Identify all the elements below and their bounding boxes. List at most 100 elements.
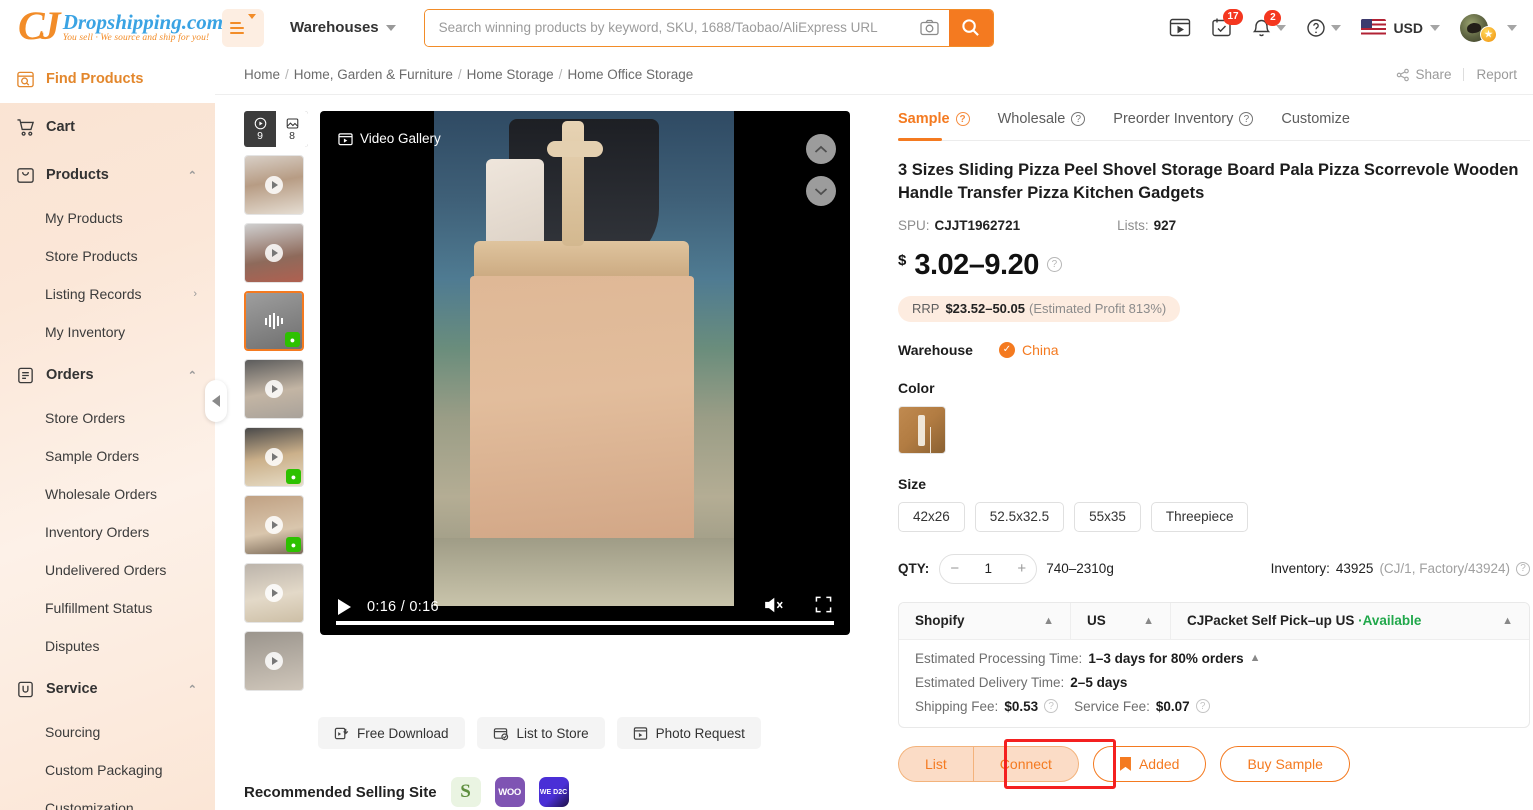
list-button[interactable]: List (898, 746, 973, 782)
shopify-icon[interactable]: S (451, 777, 481, 807)
sidebar-item-cart[interactable]: Cart (0, 103, 215, 151)
qty-increase-button[interactable]: + (1007, 555, 1036, 583)
warehouses-dropdown[interactable]: Warehouses (290, 19, 396, 36)
currency-selector[interactable]: USD (1361, 19, 1440, 36)
sidebar-item-store-products[interactable]: Store Products (0, 237, 215, 275)
buy-sample-button[interactable]: Buy Sample (1220, 746, 1349, 782)
sidebar-label: Sample Orders (45, 448, 139, 464)
woocommerce-icon[interactable]: WOO (495, 777, 525, 807)
mute-button[interactable] (764, 596, 785, 619)
breadcrumb-item-leaf[interactable]: Home Office Storage (567, 67, 693, 82)
thumbnail-item[interactable] (244, 155, 304, 215)
help-question-icon[interactable] (1306, 18, 1341, 38)
photo-request-button[interactable]: Photo Request (617, 717, 761, 749)
sidebar-label: Products (46, 167, 109, 183)
tab-wholesale[interactable]: Wholesale ? (998, 111, 1086, 140)
help-question-icon[interactable]: ? (1047, 257, 1062, 272)
sidebar-label: Listing Records (45, 286, 142, 302)
color-swatch[interactable] (898, 406, 946, 454)
video-count-tab[interactable]: 9 (244, 111, 276, 147)
app-root: CJ Dropshipping.com You sell · We source… (0, 0, 1533, 810)
sidebar-item-listing-records[interactable]: Listing Records › (0, 275, 215, 313)
breadcrumb-item-subcategory[interactable]: Home Storage (467, 67, 554, 82)
sidebar-item-orders[interactable]: Orders ⌃ (0, 351, 215, 399)
notification-bell-icon[interactable]: 2 (1252, 18, 1286, 38)
platform-selector[interactable]: Shopify ▲ (899, 603, 1071, 639)
added-button[interactable]: Added (1093, 746, 1206, 782)
sidebar-item-inventory-orders[interactable]: Inventory Orders (0, 513, 215, 551)
thumbnail-item[interactable]: ● (244, 427, 304, 487)
thumbnail-item[interactable]: ● (244, 495, 304, 555)
size-option[interactable]: Threepiece (1151, 502, 1249, 532)
sidebar-item-fulfillment-status[interactable]: Fulfillment Status (0, 589, 215, 627)
thumbnail-rail: 9 8 (244, 111, 308, 699)
category-menu-button[interactable] (222, 9, 264, 47)
brand-logo[interactable]: CJ Dropshipping.com You sell · We source… (0, 8, 212, 48)
sidebar-item-disputes[interactable]: Disputes (0, 627, 215, 665)
sidebar-item-wholesale-orders[interactable]: Wholesale Orders (0, 475, 215, 513)
sidebar-item-my-inventory[interactable]: My Inventory (0, 313, 215, 351)
sidebar-item-undelivered-orders[interactable]: Undelivered Orders (0, 551, 215, 589)
play-icon (265, 448, 283, 466)
connect-button[interactable]: Connect (973, 746, 1079, 782)
video-time: 0:16 / 0:16 (367, 599, 439, 615)
country-selector[interactable]: US ▲ (1071, 603, 1171, 639)
account-menu[interactable]: ★ (1460, 14, 1517, 42)
task-calendar-icon[interactable]: 17 (1211, 17, 1232, 38)
help-question-icon[interactable]: ? (1239, 112, 1253, 126)
image-count-tab[interactable]: 8 (276, 111, 308, 147)
qty-input[interactable] (969, 561, 1007, 576)
sidebar-item-customization[interactable]: Customization (0, 789, 215, 810)
size-option[interactable]: 55x35 (1074, 502, 1141, 532)
breadcrumb-item-home[interactable]: Home (244, 67, 280, 82)
qty-decrease-button[interactable]: − (940, 555, 969, 583)
help-question-icon[interactable]: ? (1196, 699, 1210, 713)
sidebar-item-custom-packaging[interactable]: Custom Packaging (0, 751, 215, 789)
report-button[interactable]: Report (1476, 67, 1517, 82)
thumbnail-item-selected[interactable]: ● (244, 291, 304, 351)
video-tutorial-icon[interactable] (1169, 17, 1191, 38)
free-download-button[interactable]: Free Download (318, 717, 465, 749)
thumbnail-item[interactable] (244, 223, 304, 283)
camera-icon[interactable] (911, 10, 949, 46)
size-option[interactable]: 42x26 (898, 502, 965, 532)
video-player[interactable]: Video Gallery (320, 111, 850, 635)
help-question-icon[interactable]: ? (956, 112, 970, 126)
video-progress-bar[interactable] (336, 621, 834, 625)
search-submit-button[interactable] (949, 10, 993, 46)
sidebar-item-store-orders[interactable]: Store Orders (0, 399, 215, 437)
sidebar-item-products[interactable]: Products ⌃ (0, 151, 215, 199)
help-question-icon[interactable]: ? (1044, 699, 1058, 713)
thumbnail-item[interactable] (244, 563, 304, 623)
help-question-icon[interactable]: ? (1071, 112, 1085, 126)
gallery-prev-button[interactable] (806, 134, 836, 164)
thumbnail-item[interactable] (244, 631, 304, 691)
share-button[interactable]: Share (1396, 67, 1451, 82)
help-question-icon[interactable]: ? (1516, 562, 1530, 576)
sidebar-item-sample-orders[interactable]: Sample Orders (0, 437, 215, 475)
wed2c-icon[interactable]: WE D2C (539, 777, 569, 807)
tab-customize[interactable]: Customize (1281, 111, 1350, 140)
sidebar-item-sourcing[interactable]: Sourcing (0, 713, 215, 751)
breadcrumb-item-category[interactable]: Home, Garden & Furniture (294, 67, 453, 82)
country-value: US (1087, 613, 1106, 628)
tab-preorder-inventory[interactable]: Preorder Inventory ? (1113, 111, 1253, 140)
list-to-store-button[interactable]: List to Store (477, 717, 605, 749)
sidebar-item-my-products[interactable]: My Products (0, 199, 215, 237)
play-button[interactable] (338, 599, 351, 615)
thumbnail-item[interactable] (244, 359, 304, 419)
warehouse-option-china[interactable]: ✓ China (999, 342, 1059, 358)
product-details: Sample ? Wholesale ? Preorder Inventory … (898, 111, 1530, 810)
gallery-next-button[interactable] (806, 176, 836, 206)
delivery-time-value: 2–5 days (1070, 675, 1127, 690)
tab-sample[interactable]: Sample ? (898, 111, 970, 140)
size-option[interactable]: 52.5x32.5 (975, 502, 1064, 532)
search-input[interactable] (425, 10, 911, 46)
sidebar-item-service[interactable]: Service ⌃ (0, 665, 215, 713)
shipping-method-selector[interactable]: CJPacket Self Pick–up US ·Available ▲ (1171, 603, 1529, 639)
chevron-up-icon[interactable]: ▲ (1250, 652, 1261, 664)
collapse-sidebar-handle[interactable] (205, 380, 227, 422)
logo-tagline: You sell · We source and ship for you! (63, 34, 223, 44)
sidebar-item-find-products[interactable]: Find Products (0, 55, 215, 103)
fullscreen-button[interactable] (815, 596, 832, 618)
